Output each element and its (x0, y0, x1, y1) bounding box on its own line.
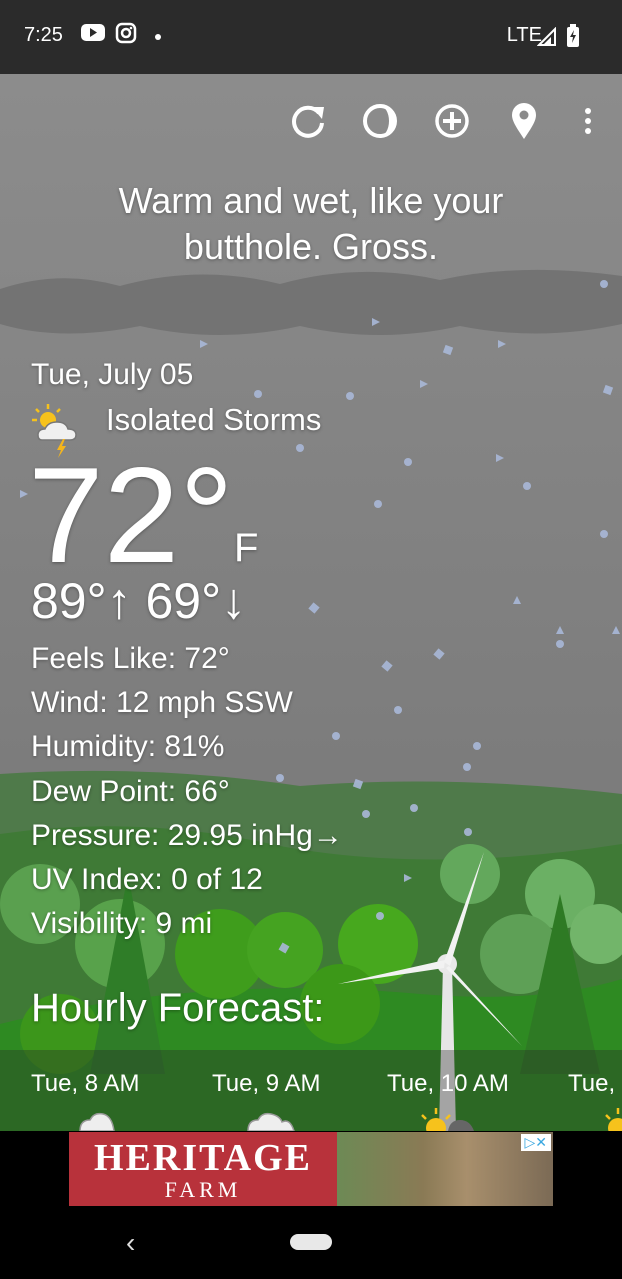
hour-item[interactable]: Tue, 10 AM (387, 1070, 509, 1098)
navigation-bar: ‹ (0, 1210, 622, 1279)
current-condition: Isolated Storms (106, 402, 322, 437)
status-time: 7:25 (24, 24, 63, 46)
current-temperature: 72° (28, 439, 234, 591)
refresh-icon (292, 105, 324, 138)
notification-dot-icon (155, 34, 161, 40)
feels-like: Feels Like: 72° (31, 642, 230, 675)
hourly-forecast-title: Hourly Forecast: (31, 986, 325, 1030)
battery-icon (567, 24, 579, 47)
humidity: Humidity: 81% (31, 730, 225, 763)
hour-item[interactable]: Tue, 8 AM (31, 1070, 140, 1098)
dew-point: Dew Point: 66° (31, 775, 230, 808)
theme-icon (363, 104, 397, 138)
youtube-icon (81, 24, 105, 41)
more-vert-icon (585, 108, 591, 134)
weather-tagline: Warm and wet, like your butthole. Gross. (118, 180, 504, 267)
location-pin-icon (512, 103, 536, 139)
location-button[interactable] (501, 98, 547, 144)
cloudy-icon (79, 1112, 115, 1131)
home-pill[interactable] (290, 1234, 332, 1250)
uv-index: UV Index: 0 of 12 (31, 863, 263, 896)
partly-sunny-icon (421, 1108, 474, 1131)
more-options-button[interactable] (565, 98, 611, 144)
pressure: Pressure: 29.95 inHg→ (31, 819, 343, 852)
ad-banner: HERITAGE FARM ▷✕ (0, 1131, 622, 1210)
ad-creative[interactable]: HERITAGE FARM ▷✕ (69, 1132, 553, 1206)
instagram-icon (115, 22, 137, 44)
add-location-icon (435, 104, 469, 138)
back-icon[interactable]: ‹ (126, 1227, 135, 1259)
theme-button[interactable] (357, 98, 403, 144)
sunny-icon (605, 1108, 622, 1131)
add-location-button[interactable] (429, 98, 475, 144)
cloudy-icon (247, 1112, 295, 1131)
adchoices-icon[interactable]: ▷✕ (520, 1134, 551, 1151)
visibility: Visibility: 9 mi (31, 907, 213, 940)
hourly-forecast-strip[interactable]: Tue, 8 AM Tue, 9 AM Tue, 10 AM Tue, 11 A… (0, 1050, 622, 1131)
current-date: Tue, July 05 (31, 358, 194, 391)
ad-subtitle: FARM (164, 1177, 242, 1202)
weather-scene: Warm and wet, like your butthole. Gross.… (0, 74, 622, 1131)
wind: Wind: 12 mph SSW (31, 686, 293, 719)
temperature-unit: F (234, 526, 259, 570)
ad-title: HERITAGE (93, 1137, 312, 1179)
signal-icon (537, 27, 556, 46)
refresh-button[interactable] (285, 98, 331, 144)
hour-item[interactable]: Tue, 11 AM (568, 1070, 622, 1098)
ad-brand-panel: HERITAGE FARM (69, 1132, 337, 1206)
hour-item[interactable]: Tue, 9 AM (212, 1070, 321, 1098)
status-bar: 7:25 LTE (0, 0, 622, 74)
high-low-temperature: 89°↑ 69°↓ (31, 573, 247, 629)
